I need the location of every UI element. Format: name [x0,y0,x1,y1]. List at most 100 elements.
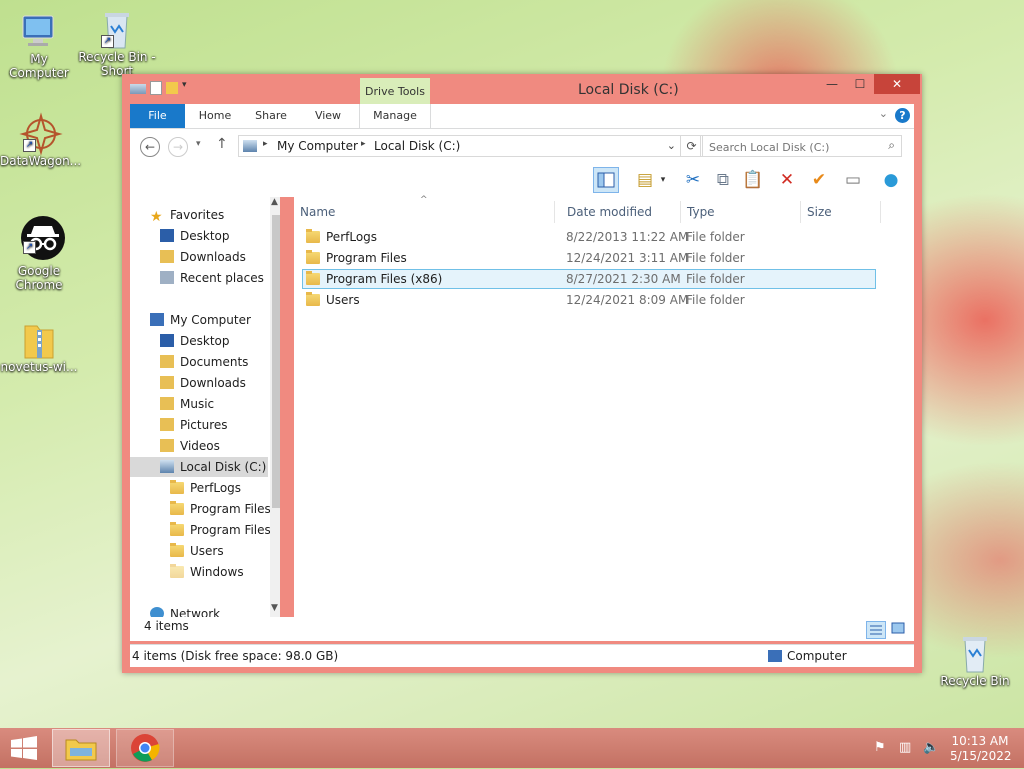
taskbar-file-explorer[interactable] [52,729,110,767]
title-bar[interactable]: ▾ Drive Tools Local Disk (C:) — ☐ ✕ [122,74,922,104]
nav-drive-program-files-x86[interactable]: Program Files ( [170,520,279,540]
nav-label: Local Disk (C:) [180,460,267,474]
new-folder-icon[interactable] [166,81,178,94]
folder-icon [170,480,184,494]
table-row[interactable]: PerfLogs 8/22/2013 11:22 AM File folder [302,227,876,247]
scroll-down-chevron-icon[interactable]: ▼ [271,603,278,613]
new-item-button[interactable]: ▤ [632,167,658,193]
file-list: ^ Name Date modified Type Size PerfLogs … [294,195,914,617]
nav-computer-downloads[interactable]: Downloads [160,373,246,393]
file-type: File folder [686,251,745,265]
network-tray-icon[interactable]: ▥ [899,740,911,755]
breadcrumb-local-disk[interactable]: Local Disk (C:) [374,139,460,153]
column-date-modified[interactable]: Date modified [561,201,681,223]
new-item-chevron-icon[interactable]: ▾ [656,167,670,193]
properties-icon[interactable] [150,80,162,95]
desktop-icon-google-chrome[interactable]: ↗ Google Chrome [0,214,78,292]
nav-computer-videos[interactable]: Videos [160,436,220,456]
desktop-icon-my-computer[interactable]: My Computer [0,10,78,80]
nav-favorites-downloads[interactable]: Downloads [160,247,246,267]
properties-button[interactable]: ▭ [840,167,866,193]
nav-favorites-desktop[interactable]: Desktop [160,226,230,246]
search-icon[interactable]: ⌕ [888,138,895,153]
desktop-icon-recycle-bin-shortcut[interactable]: ↗ Recycle Bin - Short [78,8,156,78]
up-button[interactable]: ↑ [216,136,228,152]
tab-file[interactable]: File [130,104,185,128]
computer-icon [19,10,59,50]
details-view-button[interactable] [866,621,886,639]
nav-network[interactable]: Network [150,604,220,617]
nav-pane-scrollbar[interactable]: ▲ ▼ [270,197,280,617]
nav-favorites-recent-places[interactable]: Recent places [160,268,264,288]
nav-label: PerfLogs [190,481,242,495]
scissors-icon: ✂ [685,170,701,190]
tab-manage[interactable]: Manage [359,104,431,128]
tab-share[interactable]: Share [248,104,294,128]
nav-computer-desktop[interactable]: Desktop [160,331,230,351]
table-row[interactable]: Users 12/24/2021 8:09 AM File folder [302,290,876,310]
close-button[interactable]: ✕ [874,74,920,94]
nav-label: Users [190,544,224,558]
shortcut-arrow-icon: ↗ [23,241,36,254]
star-icon: ★ [150,209,163,225]
nav-label: Downloads [180,250,246,264]
search-box[interactable]: ⌕ [700,135,902,157]
expand-ribbon-chevron-icon[interactable]: ⌄ [879,107,888,120]
column-type[interactable]: Type [681,201,801,223]
tab-home[interactable]: Home [192,104,238,128]
clock-time: 10:13 AM [951,734,1009,748]
desktop-icon-recycle-bin[interactable]: Recycle Bin [936,632,1014,688]
volume-muted-icon[interactable]: 🔈 [923,740,939,755]
address-bar[interactable]: ▸ My Computer ▸ Local Disk (C:) ⌄ [238,135,681,157]
nav-computer-pictures[interactable]: Pictures [160,415,228,435]
breadcrumb-my-computer[interactable]: My Computer [277,139,358,153]
action-center-flag-icon[interactable]: ⚑ [874,740,886,755]
network-globe-button[interactable]: ● [878,167,904,193]
large-icons-view-button[interactable] [890,621,908,639]
ribbon-tabs: File Home Share View Manage ⌄ ? [130,104,914,129]
clock[interactable]: 10:13 AM 5/15/2022 [950,734,1012,764]
nav-drive-users[interactable]: Users [170,541,224,561]
minimize-button[interactable]: — [818,74,846,94]
nav-favorites[interactable]: ★ Favorites [150,205,224,225]
delete-button[interactable]: ✕ [774,167,800,193]
table-row-selected[interactable]: Program Files (x86) 8/27/2021 2:30 AM Fi… [302,269,876,289]
help-button[interactable]: ? [895,108,910,123]
table-row[interactable]: Program Files 12/24/2021 3:11 AM File fo… [302,248,876,268]
taskbar-chrome[interactable] [116,729,174,767]
maximize-button[interactable]: ☐ [846,74,874,94]
column-size[interactable]: Size [801,201,881,223]
address-dropdown-chevron-icon[interactable]: ⌄ [667,139,676,152]
cut-button[interactable]: ✂ [680,167,706,193]
nav-computer-local-disk[interactable]: Local Disk (C:) [130,457,268,477]
windows-logo-icon [11,736,37,760]
desktop-icon-datawagon[interactable]: ↗ DataWagon... [0,112,81,168]
tab-view[interactable]: View [305,104,351,128]
rename-button[interactable]: ✔ [806,167,832,193]
desktop-icon-novetus[interactable]: novetus-wi... [0,318,78,374]
breadcrumb-separator-icon: ▸ [361,139,366,149]
preview-pane-button[interactable] [593,167,619,193]
customize-quick-access-chevron-icon[interactable]: ▾ [182,80,192,95]
nav-computer-documents[interactable]: Documents [160,352,248,372]
scroll-up-chevron-icon[interactable]: ▲ [271,197,278,207]
recent-locations-chevron-icon[interactable]: ▾ [196,139,201,149]
start-button[interactable] [10,736,38,760]
nav-computer-music[interactable]: Music [160,394,214,414]
taskbar: ⚑ ▥ 🔈 10:13 AM 5/15/2022 [0,728,1024,768]
nav-drive-perflogs[interactable]: PerfLogs [170,478,241,498]
nav-label: Recent places [180,271,264,285]
forward-button[interactable]: → [168,137,188,157]
copy-button[interactable]: ⧉ [710,167,736,193]
nav-drive-program-files[interactable]: Program Files [170,499,271,519]
search-input[interactable] [707,137,881,157]
back-button[interactable]: ← [140,137,160,157]
nav-my-computer[interactable]: My Computer [150,310,251,330]
drive-icon[interactable] [130,84,146,94]
nav-drive-windows[interactable]: Windows [170,562,244,582]
column-name[interactable]: Name [294,201,555,223]
details-view-icon [870,625,882,635]
nav-pane-scroll-thumb[interactable] [272,215,280,508]
file-date: 12/24/2021 8:09 AM [566,293,689,307]
paste-button[interactable]: 📋 [740,167,766,193]
